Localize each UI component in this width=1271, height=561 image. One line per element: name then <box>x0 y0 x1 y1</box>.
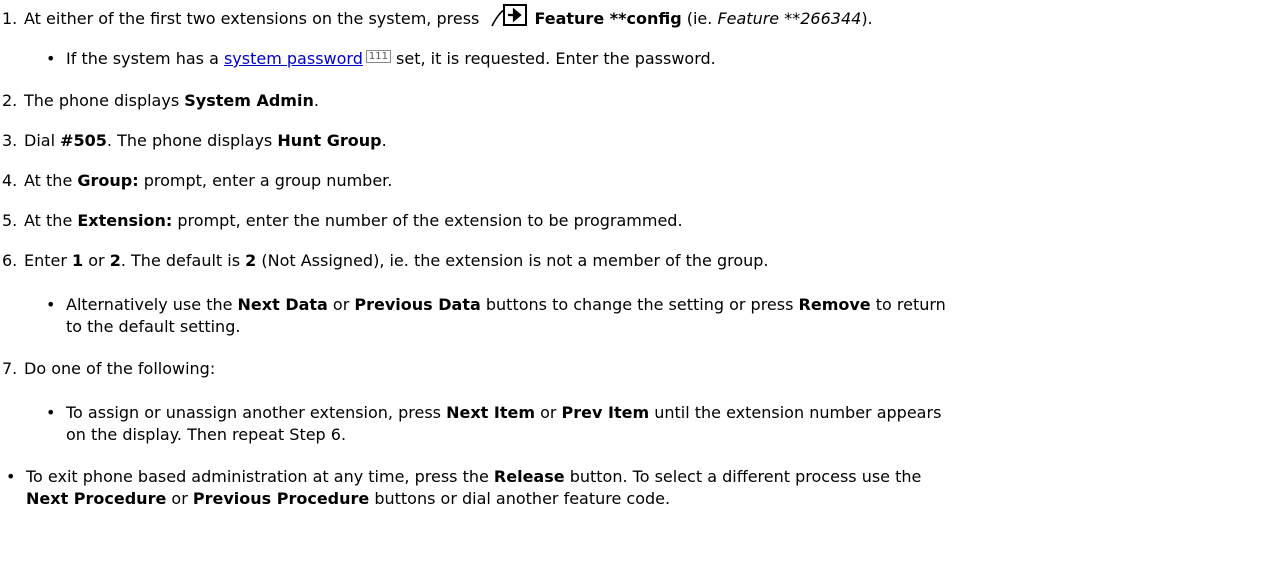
step-7: 7. Do one of the following: <box>2 358 215 380</box>
button-name: Prev Item <box>561 403 650 422</box>
step-text: . The phone displays <box>106 131 278 150</box>
bullet-release: • To exit phone based administration at a… <box>6 466 921 488</box>
step-text: At the <box>24 211 78 230</box>
step-2: 2. The phone displays System Admin. <box>2 90 319 112</box>
step-text: Enter <box>24 251 73 270</box>
step-4: 4. At the Group: prompt, enter a group nu… <box>2 170 392 192</box>
bullet-dot: • <box>6 467 16 486</box>
bullet-dot: • <box>46 403 56 422</box>
bullet-next-data: • Alternatively use the Next Data or Prev… <box>46 294 946 316</box>
bullet-text: set, it is requested. Enter the password… <box>390 49 716 68</box>
step-number: 6. <box>2 251 18 270</box>
system-password-link[interactable]: system password <box>224 49 363 68</box>
step-6: 6. Enter 1 or 2. The default is 2 (Not As… <box>2 250 769 272</box>
bullet-text: To exit phone based administration at an… <box>26 467 494 486</box>
bullet-next-data-cont: to the default setting. <box>66 317 241 336</box>
step-text: . <box>381 131 387 150</box>
display-text: Hunt Group <box>277 131 382 150</box>
step-number: 1. <box>2 9 18 28</box>
step-3: 3. Dial #505. The phone displays Hunt Gro… <box>2 130 387 152</box>
bullet-release-cont: Next Procedure or Previous Procedure but… <box>26 488 670 510</box>
bullet-password: • If the system has a system password 111 … <box>46 48 716 70</box>
step-5: 5. At the Extension: prompt, enter the nu… <box>2 210 683 232</box>
step-text: ). <box>861 9 873 28</box>
option-value: 2 <box>109 251 121 270</box>
bullet-dot: • <box>46 295 56 314</box>
step-text: Dial <box>24 131 61 150</box>
dial-code: #505 <box>60 131 107 150</box>
prompt-label: Group: <box>77 171 139 190</box>
display-text: System Admin <box>184 91 314 110</box>
button-name: Next Data <box>237 295 328 314</box>
step-number: 7. <box>2 359 18 378</box>
step-number: 5. <box>2 211 18 230</box>
prompt-label: Extension: <box>77 211 173 230</box>
bullet-text: until the extension number appears <box>649 403 942 422</box>
feature-config-code: Feature **config <box>534 9 682 28</box>
step-1: 1. At either of the first two extensions … <box>2 4 873 34</box>
bullet-text: or <box>166 489 193 508</box>
bullet-text: or <box>327 295 355 314</box>
step-number: 4. <box>2 171 18 190</box>
bullet-text: or <box>535 403 562 422</box>
feature-code-example: Feature **266344 <box>717 9 862 28</box>
bullet-text: buttons or dial another feature code. <box>369 489 671 508</box>
button-name: Release <box>493 467 565 486</box>
step-number: 3. <box>2 131 18 150</box>
bullet-text: Alternatively use the <box>66 295 238 314</box>
step-text: At either of the first two extensions on… <box>24 9 485 28</box>
button-name: Next Procedure <box>26 489 167 508</box>
step-text: The phone displays <box>24 91 185 110</box>
button-name: Previous Data <box>354 295 481 314</box>
feature-arrow-icon <box>490 4 528 34</box>
bullet-next-item: • To assign or unassign another extension… <box>46 402 941 424</box>
step-text: prompt, enter a group number. <box>138 171 393 190</box>
bullet-dot: • <box>46 49 56 68</box>
step-number: 2. <box>2 91 18 110</box>
step-text: . <box>313 91 319 110</box>
step-text: . The default is <box>120 251 246 270</box>
button-name: Next Item <box>446 403 535 422</box>
option-value: 2 <box>245 251 257 270</box>
option-value: 1 <box>72 251 84 270</box>
bullet-text: buttons to change the setting or press <box>480 295 799 314</box>
bullet-text: To assign or unassign another extension,… <box>66 403 447 422</box>
step-text: or <box>83 251 110 270</box>
step-text: At the <box>24 171 78 190</box>
bullet-next-item-cont: on the display. Then repeat Step 6. <box>66 425 347 444</box>
step-text: Do one of the following: <box>24 359 216 378</box>
bullet-text: button. To select a different process us… <box>564 467 922 486</box>
step-text: prompt, enter the number of the extensio… <box>172 211 683 230</box>
bullet-text: If the system has a <box>66 49 224 68</box>
button-name: Remove <box>798 295 871 314</box>
button-name: Previous Procedure <box>192 489 370 508</box>
step-text: (ie. <box>681 9 718 28</box>
page-ref[interactable]: 111 <box>365 50 391 63</box>
bullet-text: to return <box>870 295 946 314</box>
step-text: (Not Assigned), ie. the extension is not… <box>256 251 769 270</box>
